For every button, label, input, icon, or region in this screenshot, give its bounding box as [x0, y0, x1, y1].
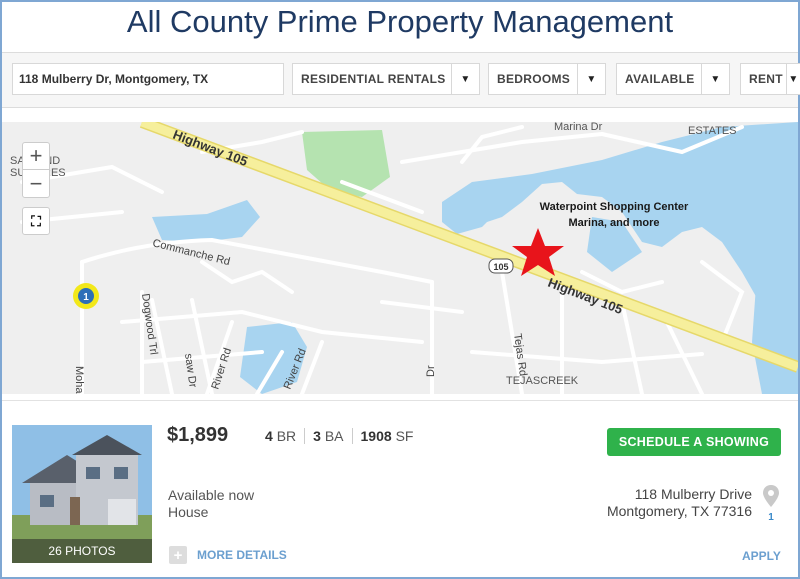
plus-icon[interactable]: + — [169, 546, 187, 564]
filter-bar: RESIDENTIAL RENTALS ▼ BEDROOMS ▼ AVAILAB… — [2, 52, 800, 108]
listing-price: $1,899 — [167, 424, 229, 446]
spec-baths: 3 BA — [304, 428, 351, 444]
availability-info: Available now House — [168, 487, 254, 521]
filter-available[interactable]: AVAILABLE ▼ — [616, 63, 730, 95]
caret-down-icon[interactable]: ▼ — [701, 64, 729, 94]
caret-down-icon[interactable]: ▼ — [786, 64, 800, 94]
beds-value: 4 — [265, 428, 273, 444]
photo-count[interactable]: 26 PHOTOS — [12, 539, 152, 563]
schedule-showing-button[interactable]: SCHEDULE A SHOWING — [607, 428, 781, 456]
filter-rent[interactable]: RENT ▼ — [740, 63, 800, 95]
more-details-label[interactable]: MORE DETAILS — [197, 548, 287, 562]
annotation-line2: Marina, and more — [568, 217, 659, 229]
apply-link[interactable]: APPLY — [742, 549, 781, 563]
street-label-marina: Marina Dr — [554, 122, 603, 133]
spec-beds: 4 BR — [265, 428, 304, 444]
filter-label: RENT — [749, 72, 783, 86]
caret-down-icon[interactable]: ▼ — [577, 64, 605, 94]
street-label-dr: Dr — [425, 365, 437, 377]
sqft-unit: SF — [395, 428, 414, 444]
filter-residential-rentals[interactable]: RESIDENTIAL RENTALS ▼ — [292, 63, 480, 95]
property-type: House — [168, 504, 209, 520]
address-line1: 118 Mulberry Drive — [634, 486, 752, 502]
filter-bedrooms[interactable]: BEDROOMS ▼ — [488, 63, 606, 95]
spec-sqft: 1908 SF — [351, 428, 422, 444]
zoom-out-button[interactable]: − — [23, 170, 49, 197]
filter-label: BEDROOMS — [497, 72, 571, 86]
map-canvas[interactable]: 105 Highway 105 Highway 105 Marina Dr ES… — [2, 122, 798, 394]
map[interactable]: 105 Highway 105 Highway 105 Marina Dr ES… — [2, 122, 798, 394]
property-photo[interactable]: 26 PHOTOS — [12, 425, 152, 563]
address-line2: Montgomery, TX 77316 — [606, 503, 752, 519]
listing-specs: 4 BR 3 BA 1908 SF — [265, 428, 421, 444]
pin-shape-icon — [763, 485, 779, 507]
listing-address: 118 Mulberry Drive Montgomery, TX 77316 — [607, 486, 752, 520]
area-label-estates: ESTATES — [688, 125, 737, 137]
search-input[interactable] — [12, 63, 284, 95]
filter-label: AVAILABLE — [625, 72, 695, 86]
filter-label: RESIDENTIAL RENTALS — [301, 72, 446, 86]
highway-shield-label: 105 — [493, 262, 508, 272]
beds-unit: BR — [276, 428, 297, 444]
area-label-tejascreek: TEJASCREEK — [506, 375, 579, 387]
zoom-control: + − — [22, 142, 50, 198]
street-label-mohar: Mohar — [73, 366, 85, 394]
baths-value: 3 — [313, 428, 321, 444]
more-details-link[interactable]: + MORE DETAILS — [169, 546, 287, 564]
fullscreen-icon[interactable]: ⛶ — [22, 207, 50, 235]
annotation-line1: Waterpoint Shopping Center — [540, 201, 689, 213]
map-pin-number: 1 — [83, 292, 89, 303]
sqft-value: 1908 — [360, 428, 392, 444]
zoom-in-button[interactable]: + — [23, 143, 49, 170]
location-pin-icon[interactable]: 1 — [763, 485, 779, 523]
pin-number: 1 — [768, 512, 774, 523]
baths-unit: BA — [324, 428, 344, 444]
availability-status: Available now — [168, 487, 255, 503]
page-title: All County Prime Property Management — [126, 4, 674, 39]
caret-down-icon[interactable]: ▼ — [451, 64, 479, 94]
